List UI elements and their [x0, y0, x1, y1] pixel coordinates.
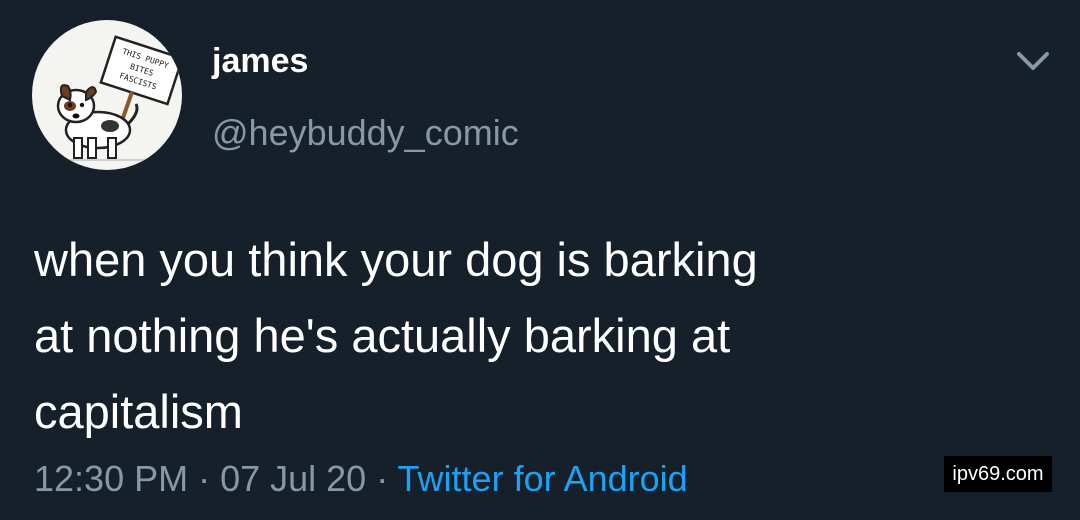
tweet-card: THIS PUPPY BITES FASCISTS james @heybudd…	[0, 0, 1080, 520]
tweet-text: when you think your dog is barking at no…	[34, 222, 1034, 450]
chevron-down-icon[interactable]	[1012, 46, 1054, 76]
tweet-text-line: when you think your dog is barking	[34, 233, 758, 286]
meta-separator: ·	[188, 458, 221, 499]
tweet-meta: 12:30 PM · 07 Jul 20 · Twitter for Andro…	[34, 458, 688, 500]
dog-with-protest-sign-avatar-icon: THIS PUPPY BITES FASCISTS	[52, 35, 182, 161]
display-name[interactable]: james	[212, 42, 308, 81]
watermark: ipv69.com	[944, 456, 1052, 492]
tweet-time[interactable]: 12:30 PM	[34, 458, 188, 499]
tweet-text-line: at nothing he's actually barking at	[34, 309, 731, 362]
tweet-date[interactable]: 07 Jul 20	[220, 458, 366, 499]
tweet-source-link[interactable]: Twitter for Android	[398, 458, 688, 499]
meta-separator: ·	[366, 458, 398, 499]
tweet-text-line: capitalism	[34, 385, 243, 438]
avatar[interactable]: THIS PUPPY BITES FASCISTS	[32, 20, 182, 170]
user-handle[interactable]: @heybuddy_comic	[212, 112, 519, 154]
